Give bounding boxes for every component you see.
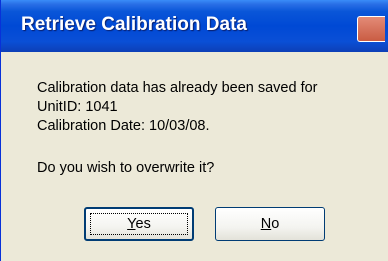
yes-button-label: Yes — [127, 216, 151, 232]
dialog-window: Retrieve Calibration Data Calibration da… — [0, 0, 388, 261]
message-line-calibration-date: Calibration Date: 10/03/08. — [37, 118, 210, 134]
message-line-1: Calibration data has already been saved … — [37, 80, 318, 96]
yes-button[interactable]: Yes — [84, 207, 194, 241]
message-line-unit-id: UnitID: 1041 — [37, 99, 118, 115]
no-button[interactable]: No — [215, 207, 325, 241]
close-icon[interactable] — [357, 16, 385, 42]
window-title: Retrieve Calibration Data — [21, 14, 247, 35]
no-button-label: No — [260, 216, 280, 232]
question-text: Do you wish to overwrite it? — [37, 160, 215, 176]
title-bar[interactable]: Retrieve Calibration Data — [1, 0, 388, 52]
